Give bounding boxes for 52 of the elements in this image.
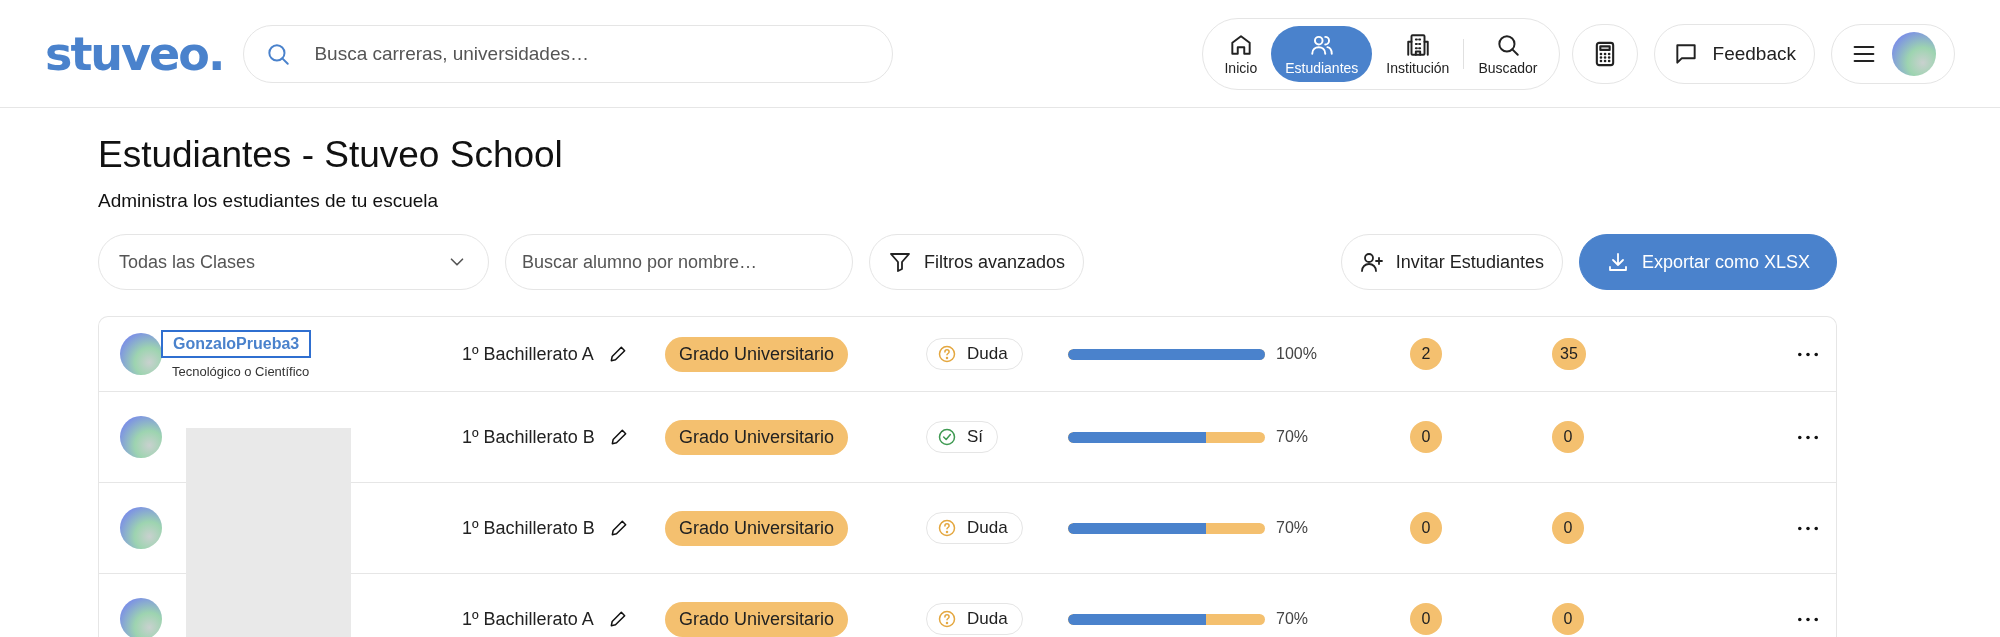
more-icon xyxy=(1798,525,1818,531)
progress-reading: 70% xyxy=(1276,428,1309,446)
goal-tag: Grado Universitario xyxy=(665,419,849,455)
nav-tab[interactable]: Estudiantes xyxy=(1271,25,1373,82)
more-icon xyxy=(1798,351,1818,357)
user-plus-icon xyxy=(1359,250,1384,274)
student-search-field[interactable]: Buscar alumno por nombre… xyxy=(505,234,853,290)
count-badge: 0 xyxy=(1410,512,1442,544)
class-select[interactable]: Todas las Clases xyxy=(98,234,489,290)
progress-reading: 100% xyxy=(1276,345,1317,363)
filter-icon xyxy=(888,250,912,274)
class-name: 1º Bachillerato B xyxy=(462,426,595,448)
page-title: Estudiantes - Stuveo School xyxy=(98,134,564,176)
student-name-link[interactable]: GonzaloPrueba3 xyxy=(161,329,312,358)
count-badge: 35 xyxy=(1552,338,1586,370)
avatar xyxy=(120,598,162,637)
question-icon xyxy=(937,518,957,538)
more-icon xyxy=(1798,616,1818,622)
count-badge: 0 xyxy=(1410,603,1442,635)
avatar xyxy=(120,416,162,458)
student-profile: Tecnológico o Científico xyxy=(172,363,310,379)
count-badge: 0 xyxy=(1552,421,1584,453)
progress-reading: 70% xyxy=(1276,519,1309,537)
feedback-button[interactable]: Feedback xyxy=(1653,23,1815,84)
count-badge: 2 xyxy=(1410,338,1442,370)
progress-reading: 70% xyxy=(1276,610,1309,628)
avatar xyxy=(1892,31,1936,76)
count-badge: 0 xyxy=(1552,512,1584,544)
count-badge: 0 xyxy=(1410,421,1442,453)
goal-tag: Grado Universitario xyxy=(665,601,849,637)
more-icon xyxy=(1798,434,1818,440)
advanced-filters-button[interactable]: Filtros avanzados xyxy=(869,234,1085,290)
count-badge: 0 xyxy=(1552,603,1584,635)
export-button[interactable]: Exportar como XLSX xyxy=(1578,234,1837,290)
goal-tag: Grado Universitario xyxy=(665,510,849,546)
nav-tab[interactable]: Buscador xyxy=(1464,25,1552,82)
question-icon xyxy=(937,344,957,364)
avatar xyxy=(120,507,162,549)
avatar xyxy=(120,333,162,375)
class-name: 1º Bachillerato A xyxy=(462,343,594,365)
nav-tab[interactable]: Inicio xyxy=(1210,25,1272,82)
question-icon xyxy=(937,609,957,629)
search-field[interactable]: Busca carreras, universidades… xyxy=(243,24,894,83)
class-name: 1º Bachillerato B xyxy=(462,517,595,539)
goal-tag: Grado Universitario xyxy=(665,336,849,372)
logo[interactable]: stuveo. xyxy=(45,26,224,81)
nav-tab[interactable]: Institución xyxy=(1372,25,1464,82)
building-icon xyxy=(1404,31,1431,58)
check-circle-icon xyxy=(937,427,957,447)
page-subtitle: Administra los estudiantes de tu escuela xyxy=(98,190,440,212)
class-name: 1º Bachillerato A xyxy=(462,608,594,630)
invite-button[interactable]: Invitar Estudiantes xyxy=(1340,234,1563,290)
